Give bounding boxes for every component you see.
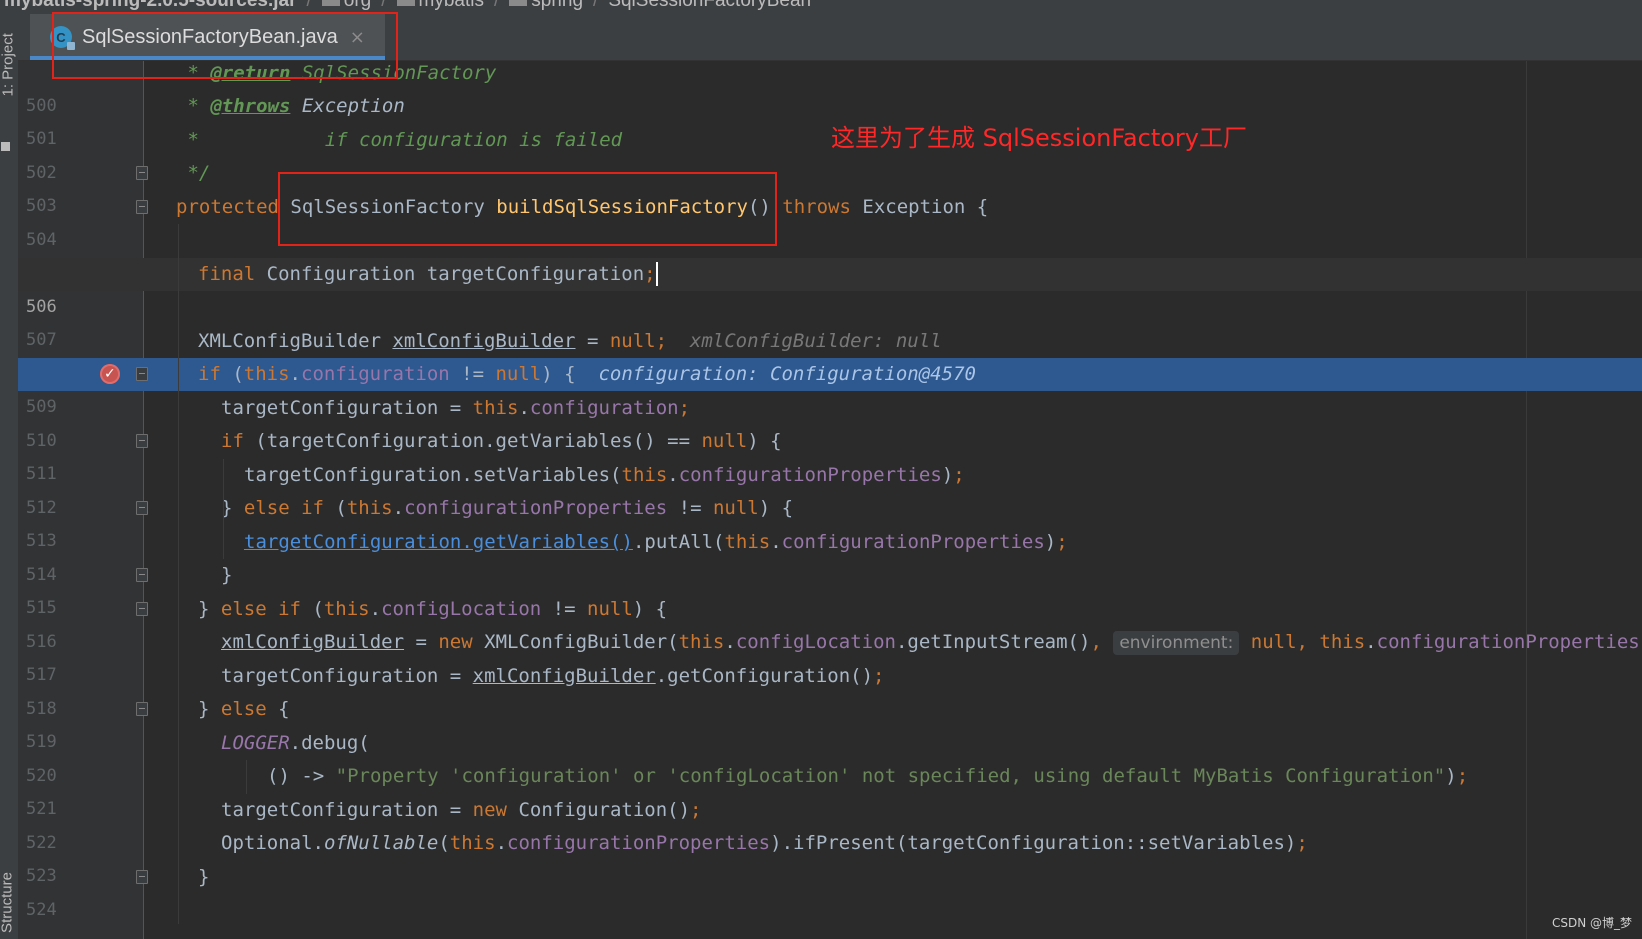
breadcrumb-item-class[interactable]: SqlSessionFactoryBean: [608, 0, 811, 12]
code-line-518[interactable]: 518 targetConfiguration = xmlConfigBuild…: [18, 660, 1642, 719]
java-class-icon: C: [50, 26, 75, 50]
code-line-523[interactable]: 523 Optional.ofNullable(this.configurati…: [18, 827, 1642, 886]
breadcrumb-jar[interactable]: mybatis-spring-2.0.5-sources.jar: [4, 0, 297, 12]
tool-window-strip: 1: Project Structure: [0, 14, 19, 939]
code-line-519[interactable]: 519 } else {: [18, 693, 1642, 752]
folder-icon: [509, 0, 528, 6]
code-line-514[interactable]: 514 targetConfiguration.getVariables().p…: [18, 526, 1642, 585]
debug-inline-value: configuration: Configuration@4570: [575, 363, 976, 385]
code-line-508[interactable]: 508 XMLConfigBuilder xmlConfigBuilder = …: [18, 325, 1642, 384]
lock-icon: [67, 42, 75, 50]
folder-icon: [321, 0, 340, 6]
code-line-520[interactable]: 520 LOGGER.debug(: [18, 727, 1642, 786]
code-line-510[interactable]: 510 targetConfiguration = this.configura…: [18, 392, 1642, 451]
active-tab-indicator: [30, 56, 385, 60]
code-line-522[interactable]: 522 targetConfiguration = new Configurat…: [18, 794, 1642, 853]
breadcrumb-separator: /: [494, 0, 500, 11]
fold-marker-icon[interactable]: [136, 367, 148, 381]
annotation-note: 这里为了生成 SqlSessionFactory工厂: [831, 124, 1248, 152]
code-line-504[interactable]: 504 protected SqlSessionFactory buildSql…: [18, 191, 1642, 250]
breadcrumb-separator: /: [593, 0, 599, 11]
code-line-503[interactable]: 503 */: [18, 157, 1642, 216]
line-number: 524: [26, 900, 57, 920]
code-editor[interactable]: 500 * @return SqlSessionFactory 501 * @t…: [18, 61, 1642, 939]
text-cursor: [656, 262, 658, 286]
code-line-505[interactable]: 505: [18, 224, 1642, 283]
fold-marker-icon[interactable]: [136, 870, 148, 884]
code-line-509-execution-point[interactable]: 509 if (this.configuration != null) { co…: [18, 358, 1642, 417]
debug-inline-value: xmlConfigBuilder: null: [667, 330, 942, 352]
fold-marker-icon[interactable]: [136, 434, 148, 448]
structure-tool-button[interactable]: Structure: [0, 868, 16, 938]
breadcrumb-item-spring[interactable]: spring: [509, 0, 583, 12]
code-line-512[interactable]: 512 targetConfiguration.setVariables(thi…: [18, 459, 1642, 518]
code-line-511[interactable]: 511 if (targetConfiguration.getVariables…: [18, 425, 1642, 484]
fold-marker-icon[interactable]: [136, 568, 148, 582]
deprecated-call-link[interactable]: targetConfiguration.getVariables(): [244, 531, 633, 553]
parameter-hint: environment:: [1113, 631, 1240, 655]
tab-sqlsessionfactorybean[interactable]: C SqlSessionFactoryBean.java ×: [30, 14, 385, 60]
tool-window-icon[interactable]: [1, 142, 10, 151]
fold-marker-icon[interactable]: [136, 166, 148, 180]
folder-icon: [396, 0, 415, 6]
code-line-524[interactable]: 524 }: [18, 861, 1642, 920]
close-icon[interactable]: ×: [350, 27, 365, 48]
code-line-515[interactable]: 515 }: [18, 559, 1642, 618]
code-line-513[interactable]: 513 } else if (this.configurationPropert…: [18, 492, 1642, 551]
code-line-502[interactable]: 502 * if configuration is failed: [18, 124, 1642, 183]
indent-guide: [178, 224, 179, 924]
indent-guide: [223, 459, 224, 559]
breadcrumb-separator: /: [306, 0, 312, 11]
fold-marker-icon[interactable]: [136, 702, 148, 716]
breadcrumb-item-org[interactable]: org: [321, 0, 371, 12]
code-line-506[interactable]: 506 final Configuration targetConfigurat…: [18, 258, 1642, 317]
breadcrumb-item-mybatis[interactable]: mybatis: [396, 0, 484, 12]
code-line-500[interactable]: 500 * @return SqlSessionFactory: [18, 61, 1642, 116]
fold-marker-icon[interactable]: [136, 602, 148, 616]
breadcrumb-separator: /: [381, 0, 387, 11]
project-tool-button[interactable]: 1: Project: [0, 33, 17, 96]
tab-title: SqlSessionFactoryBean.java: [82, 25, 338, 48]
editor-tab-bar: C SqlSessionFactoryBean.java ×: [18, 14, 1642, 61]
code-line-501[interactable]: 501 * @throws Exception: [18, 90, 1642, 149]
indent-guide: [246, 760, 247, 794]
code-line-517[interactable]: 517 xmlConfigBuilder = new XMLConfigBuil…: [18, 626, 1642, 685]
code-line-516[interactable]: 516 } else if (this.configLocation != nu…: [18, 593, 1642, 652]
code-line-507[interactable]: 507: [18, 291, 1642, 350]
breadcrumb: mybatis-spring-2.0.5-sources.jar / org /…: [0, 0, 1642, 14]
code-line-521[interactable]: 521 () -> "Property 'configuration' or '…: [18, 760, 1642, 819]
fold-marker-icon[interactable]: [136, 501, 148, 515]
watermark: CSDN @博_梦: [1551, 916, 1632, 930]
fold-marker-icon[interactable]: [136, 200, 148, 214]
breakpoint-icon[interactable]: [100, 358, 120, 391]
